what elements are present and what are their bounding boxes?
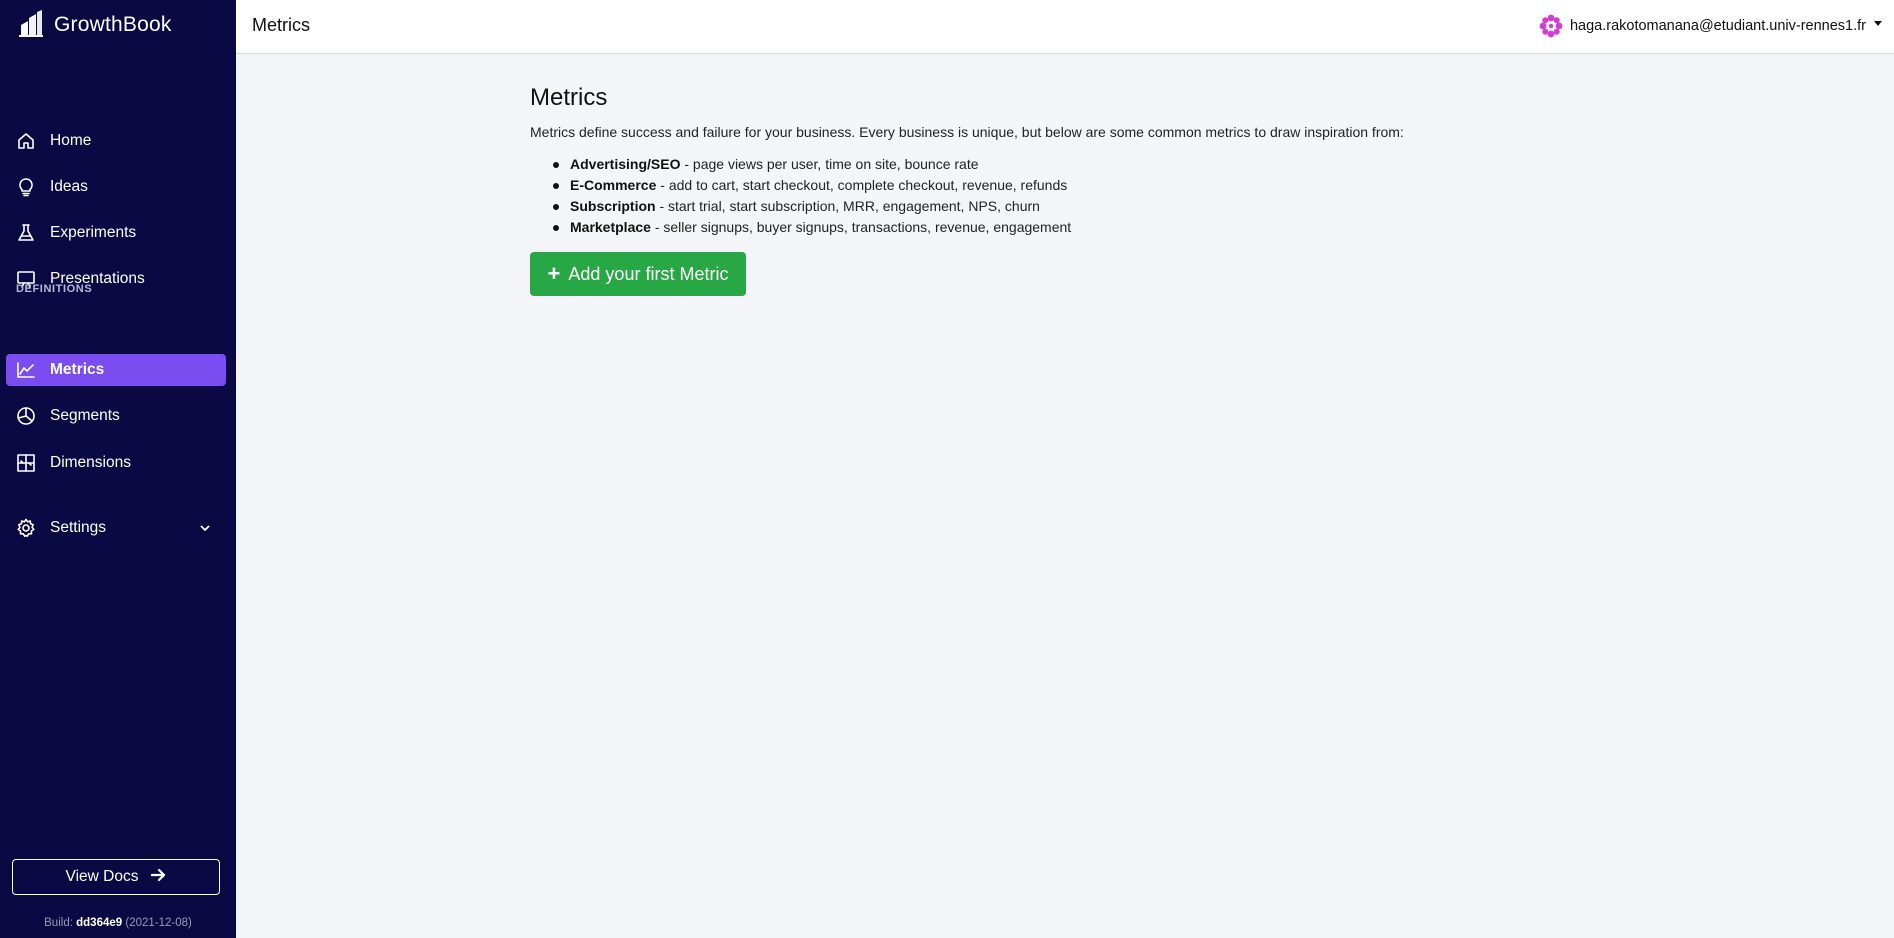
user-menu[interactable]: haga.rakotomanana@etudiant.univ-rennes1.… (1538, 13, 1882, 39)
grid-icon (16, 453, 36, 473)
build-date: (2021-12-08) (125, 917, 192, 929)
intro-text: Metrics define success and failure for y… (530, 124, 1404, 140)
page-title-header: Metrics (252, 15, 310, 35)
metric-examples-list: Advertising/SEO - page views per user, t… (530, 154, 1530, 238)
add-first-metric-button[interactable]: + Add your first Metric (530, 252, 746, 296)
user-email: haga.rakotomanana@etudiant.univ-rennes1.… (1569, 18, 1866, 34)
sidebar-item-label: Experiments (50, 224, 137, 241)
lightbulb-icon (16, 177, 36, 197)
section-label-definitions: DEFINITIONS (16, 283, 93, 295)
home-icon (16, 131, 36, 151)
example-desc: - add to cart, start checkout, complete … (656, 177, 1068, 193)
list-item: Subscription - start trial, start subscr… (550, 196, 1530, 217)
sidebar-item-home[interactable]: Home (6, 125, 226, 157)
sidebar: GrowthBook Home Ideas Experiments Presen… (0, 0, 236, 938)
view-docs-label: View Docs (65, 868, 139, 885)
page-title: Metrics (530, 84, 608, 111)
example-name: Advertising/SEO (570, 156, 681, 172)
example-name: Subscription (570, 198, 656, 214)
build-prefix: Build: (44, 917, 73, 929)
sidebar-item-label: Metrics (50, 361, 105, 378)
flask-icon (16, 223, 36, 243)
example-desc: - start trial, start subscription, MRR, … (655, 198, 1040, 214)
gear-icon (16, 518, 36, 538)
sidebar-item-label: Ideas (50, 178, 88, 195)
build-hash: dd364e9 (76, 917, 123, 929)
sidebar-item-label: Home (50, 132, 92, 149)
avatar (1538, 13, 1564, 39)
example-name: E-Commerce (570, 177, 657, 193)
sidebar-item-segments[interactable]: Segments (6, 400, 226, 432)
list-item: Advertising/SEO - page views per user, t… (550, 154, 1530, 175)
chevron-down-icon (198, 521, 212, 535)
arrow-right-icon (150, 867, 166, 888)
list-item: Marketplace - seller signups, buyer sign… (550, 217, 1530, 238)
sidebar-item-experiments[interactable]: Experiments (6, 217, 226, 249)
growthbook-logo-icon (18, 9, 44, 42)
chart-line-icon (16, 360, 36, 380)
list-item: E-Commerce - add to cart, start checkout… (550, 175, 1530, 196)
view-docs-button[interactable]: View Docs (12, 859, 220, 895)
example-desc: - page views per user, time on site, bou… (680, 156, 979, 172)
sidebar-item-label: Segments (50, 407, 120, 424)
pie-chart-icon (16, 406, 36, 426)
main-content: Metrics Metrics define success and failu… (530, 84, 1530, 296)
sidebar-item-ideas[interactable]: Ideas (6, 171, 226, 203)
caret-down-icon (1874, 20, 1882, 26)
sidebar-item-dimensions[interactable]: Dimensions (6, 447, 226, 479)
example-desc: - seller signups, buyer signups, transac… (650, 219, 1072, 235)
sidebar-item-settings[interactable]: Settings (6, 512, 226, 544)
brand[interactable]: GrowthBook (0, 0, 236, 50)
add-first-metric-label: Add your first Metric (568, 263, 729, 284)
topbar: Metrics haga.rakotomanana@etudiant.univ-… (236, 0, 1894, 54)
sidebar-item-label: Settings (50, 519, 107, 536)
brand-name: GrowthBook (54, 13, 172, 36)
sidebar-item-metrics[interactable]: Metrics (6, 354, 226, 386)
sidebar-item-label: Dimensions (50, 454, 131, 471)
build-info: Build: dd364e9 (2021-12-08) (0, 917, 236, 929)
example-name: Marketplace (570, 219, 651, 235)
plus-icon: + (547, 260, 561, 286)
